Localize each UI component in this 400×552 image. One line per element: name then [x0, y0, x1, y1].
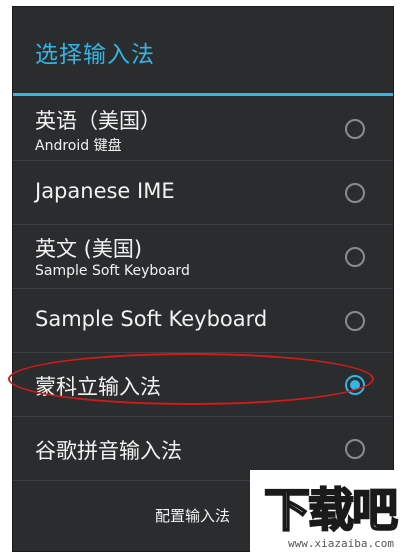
list-item-menksoft[interactable]: 蒙科立输入法 [13, 353, 393, 417]
item-name: 谷歌拼音输入法 [35, 439, 182, 463]
item-name: Sample Soft Keyboard [35, 307, 268, 331]
list-item-english-us[interactable]: 英语（美国） Android 键盘 [13, 97, 393, 161]
list-item-english-sample[interactable]: 英文 (美国) Sample Soft Keyboard [13, 225, 393, 289]
item-name: Japanese IME [35, 179, 175, 203]
radio-button[interactable] [345, 311, 365, 331]
list-item-japanese-ime[interactable]: Japanese IME [13, 161, 393, 225]
item-name: 英语（美国） [35, 109, 161, 133]
list-item-sample-soft-keyboard[interactable]: Sample Soft Keyboard [13, 289, 393, 353]
item-name: 英文 (美国) [35, 237, 143, 261]
configure-input-methods-button[interactable]: 配置输入法 [155, 505, 230, 526]
radio-button[interactable] [345, 183, 365, 203]
title-divider [13, 93, 393, 96]
item-subtitle: Sample Soft Keyboard [35, 263, 190, 279]
watermark-url: www.xiazaiba.com [288, 537, 394, 550]
item-subtitle: Android 键盘 [35, 138, 122, 154]
radio-button-selected[interactable] [345, 375, 365, 395]
watermark: 下载吧 www.xiazaiba.com [250, 470, 400, 552]
item-name: 蒙科立输入法 [35, 375, 161, 399]
radio-button[interactable] [345, 247, 365, 267]
input-method-list: 英语（美国） Android 键盘 Japanese IME 英文 (美国) S… [13, 97, 393, 481]
dialog-title: 选择输入法 [35, 42, 155, 68]
radio-button[interactable] [345, 119, 365, 139]
watermark-logo: 下载吧 [263, 482, 399, 538]
radio-button[interactable] [345, 439, 365, 459]
